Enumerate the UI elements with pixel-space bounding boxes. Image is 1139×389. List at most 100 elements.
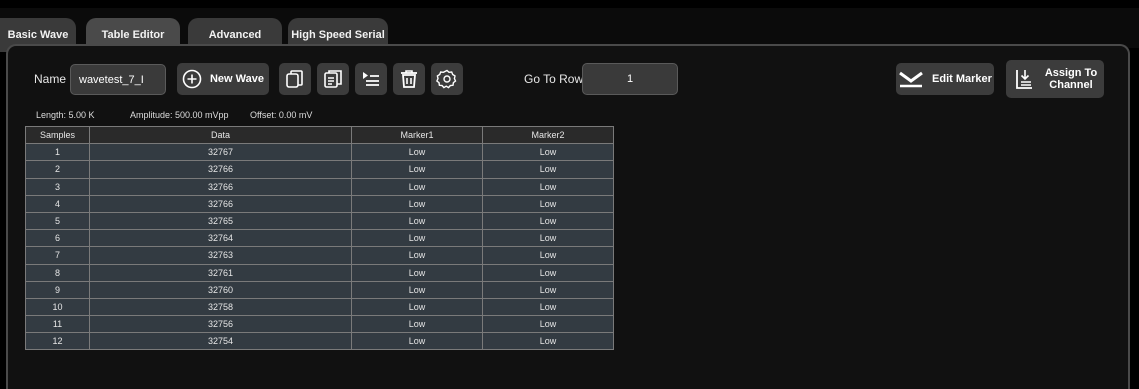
table-row[interactable]: 10 32758 Low Low [25,297,614,317]
cell-sample[interactable]: 12 [25,332,90,351]
cell-marker1[interactable]: Low [351,297,483,317]
cell-data[interactable]: 32756 [89,315,352,334]
cell-sample[interactable]: 10 [25,297,90,317]
tab-bar: Basic Wave Table Editor Advanced High Sp… [0,8,1139,52]
cell-data[interactable]: 32765 [89,211,352,231]
cell-sample[interactable]: 9 [25,280,90,299]
settings-icon [436,68,458,90]
cell-marker1[interactable]: Low [351,194,483,213]
go-to-row-input[interactable]: 1 [582,63,678,95]
cell-data[interactable]: 32767 [89,143,352,162]
table-row[interactable]: 5 32765 Low Low [25,211,614,231]
cell-marker1[interactable]: Low [351,177,483,196]
new-wave-button[interactable]: New Wave [177,63,269,95]
cell-marker1[interactable]: Low [351,280,483,299]
go-to-row-label: Go To Row [524,72,584,86]
tab-label: Advanced [208,29,262,41]
cell-sample[interactable]: 3 [25,177,90,196]
cell-marker2[interactable]: Low [482,246,614,265]
cell-data[interactable]: 32766 [89,194,352,213]
cell-marker1[interactable]: Low [351,315,483,334]
edit-marker-label: Edit Marker [932,73,992,85]
copy-icon [284,68,306,90]
assign-channel-icon [1013,67,1035,91]
table-row[interactable]: 9 32760 Low Low [25,280,614,299]
tab-label: Table Editor [101,29,165,41]
cell-marker1[interactable]: Low [351,143,483,162]
tab-label: Basic Wave [7,29,69,41]
cell-marker2[interactable]: Low [482,315,614,334]
table-row[interactable]: 2 32766 Low Low [25,160,614,179]
assign-label-line1: Assign To [1044,67,1098,79]
table-row[interactable]: 3 32766 Low Low [25,177,614,196]
table-row[interactable]: 4 32766 Low Low [25,194,614,213]
header-marker2[interactable]: Marker2 [482,125,614,145]
new-wave-label: New Wave [209,73,264,85]
assign-label-line2: Channel [1049,79,1093,91]
cell-data[interactable]: 32760 [89,280,352,299]
tab-label: High Speed Serial [291,29,385,41]
cell-marker2[interactable]: Low [482,280,614,299]
cell-sample[interactable]: 2 [25,160,90,179]
cell-marker2[interactable]: Low [482,297,614,317]
cell-marker1[interactable]: Low [351,229,483,248]
cell-data[interactable]: 32764 [89,229,352,248]
cell-marker1[interactable]: Low [351,332,483,351]
cell-data[interactable]: 32766 [89,160,352,179]
cell-marker1[interactable]: Low [351,246,483,265]
cell-data[interactable]: 32766 [89,177,352,196]
header-samples[interactable]: Samples [25,125,90,145]
table-row[interactable]: 8 32761 Low Low [25,263,614,282]
cell-marker2[interactable]: Low [482,211,614,231]
cell-data[interactable]: 32763 [89,246,352,265]
cell-sample[interactable]: 8 [25,263,90,282]
cell-marker2[interactable]: Low [482,229,614,248]
table-body: 1 32767 Low Low 2 32766 Low Low 3 32766 Low Low 4 327… [25,143,614,351]
cell-marker2[interactable]: Low [482,332,614,351]
table-row[interactable]: 6 32764 Low Low [25,229,614,248]
cell-data[interactable]: 32761 [89,263,352,282]
cell-marker1[interactable]: Low [351,211,483,231]
add-circle-icon [182,69,202,89]
table-row[interactable]: 11 32756 Low Low [25,315,614,334]
table-header-row: Samples Data Marker1 Marker2 [25,125,614,145]
insert-row-icon [360,68,382,90]
cell-sample[interactable]: 1 [25,143,90,162]
cell-data[interactable]: 32754 [89,332,352,351]
assign-label: Assign To Channel [1045,67,1097,91]
cell-data[interactable]: 32758 [89,297,352,317]
cell-marker2[interactable]: Low [482,263,614,282]
paste-button[interactable] [317,63,349,95]
cell-marker2[interactable]: Low [482,143,614,162]
marker-icon [898,70,924,88]
cell-marker2[interactable]: Low [482,194,614,213]
cell-marker1[interactable]: Low [351,263,483,282]
cell-sample[interactable]: 6 [25,229,90,248]
header-marker1[interactable]: Marker1 [351,125,483,145]
length-info: Length: 5.00 K [36,110,95,120]
header-data[interactable]: Data [89,125,352,145]
insert-row-button[interactable] [355,63,387,95]
cell-marker1[interactable]: Low [351,160,483,179]
delete-icon [398,68,420,90]
table-row[interactable]: 1 32767 Low Low [25,143,614,162]
table-row[interactable]: 12 32754 Low Low [25,332,614,351]
edit-marker-button[interactable]: Edit Marker [896,63,994,95]
cell-marker2[interactable]: Low [482,160,614,179]
cell-sample[interactable]: 4 [25,194,90,213]
amplitude-info: Amplitude: 500.00 mVpp [130,110,229,120]
name-label: Name [34,72,67,86]
cell-sample[interactable]: 7 [25,246,90,265]
wave-data-table: Samples Data Marker1 Marker2 1 32767 Low Lo… [25,125,614,351]
cell-sample[interactable]: 5 [25,211,90,231]
cell-sample[interactable]: 11 [25,315,90,334]
delete-button[interactable] [393,63,425,95]
copy-button[interactable] [279,63,311,95]
offset-info: Offset: 0.00 mV [250,110,313,120]
paste-icon [322,68,344,90]
assign-to-channel-button[interactable]: Assign To Channel [1006,60,1104,98]
cell-marker2[interactable]: Low [482,177,614,196]
table-row[interactable]: 7 32763 Low Low [25,246,614,265]
name-input[interactable]: wavetest_7_I [70,64,166,95]
settings-button[interactable] [431,63,463,95]
